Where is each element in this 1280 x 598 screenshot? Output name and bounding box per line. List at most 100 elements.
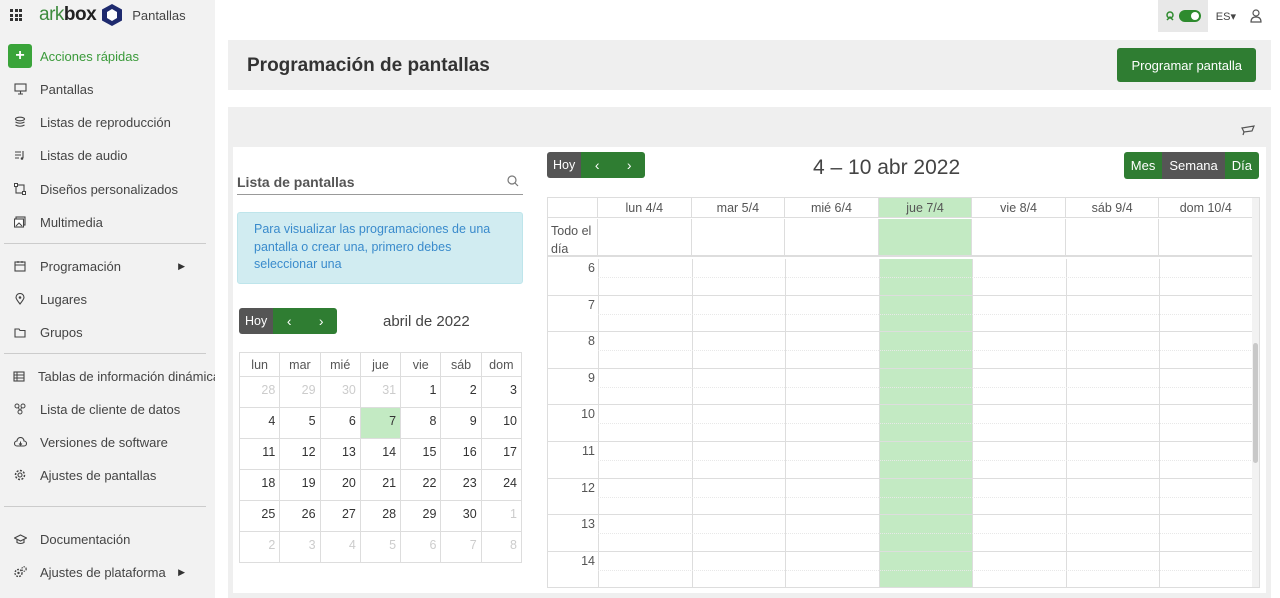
screen-search-input[interactable]: Lista de pantallas [237, 165, 523, 195]
mini-day-cell[interactable]: 18 [238, 469, 281, 501]
mini-day-cell[interactable]: 22 [400, 469, 442, 501]
mini-day-cell[interactable]: 29 [279, 376, 321, 408]
sidebar-item-monitor[interactable]: Pantallas [0, 74, 215, 104]
mini-weekday-header: mar [279, 352, 321, 377]
hour-row: 9 [548, 369, 1253, 406]
week-today-button[interactable]: Hoy [547, 152, 582, 178]
sidebar-item-calendar[interactable]: Programación ▶ [0, 251, 215, 281]
sidebar-item-gears[interactable]: Ajustes de plataforma ▶ [0, 557, 215, 587]
week-day-header[interactable]: vie 8/4 [972, 198, 1066, 217]
week-time-grid[interactable]: 6 7 8 9 10 11 12 13 14 [548, 259, 1253, 587]
all-day-cell[interactable] [972, 219, 1066, 255]
mini-day-cell[interactable]: 30 [440, 500, 482, 532]
sidebar-item-layout[interactable]: Diseños personalizados [0, 174, 215, 204]
mini-day-cell[interactable]: 27 [319, 500, 361, 532]
mini-day-cell[interactable]: 31 [359, 376, 402, 408]
mini-day-cell[interactable]: 12 [279, 438, 321, 470]
sidebar-item-layers[interactable]: Listas de reproducción [0, 107, 215, 137]
week-day-header[interactable]: jue 7/4 [878, 198, 973, 217]
mini-day-cell[interactable]: 24 [480, 469, 523, 501]
week-day-header[interactable]: mié 6/4 [785, 198, 879, 217]
logo[interactable]: arkbox [39, 4, 97, 26]
mini-day-cell[interactable]: 5 [279, 407, 321, 439]
mini-day-cell[interactable]: 20 [319, 469, 361, 501]
hour-label: 8 [588, 334, 595, 349]
mini-today-button[interactable]: Hoy [239, 308, 274, 334]
mini-day-cell[interactable]: 13 [319, 438, 361, 470]
mini-day-cell[interactable]: 21 [359, 469, 402, 501]
mini-day-cell[interactable]: 14 [359, 438, 402, 470]
mini-day-cell[interactable]: 28 [238, 376, 281, 408]
mini-day-cell[interactable]: 11 [238, 438, 281, 470]
mini-day-cell[interactable]: 8 [480, 531, 523, 563]
mini-day-cell[interactable]: 25 [238, 500, 281, 532]
mini-day-cell[interactable]: 15 [400, 438, 442, 470]
mini-day-cell[interactable]: 7 [440, 531, 482, 563]
week-day-header[interactable]: lun 4/4 [598, 198, 692, 217]
mini-next-button[interactable]: › [305, 308, 338, 334]
search-icon[interactable] [507, 175, 519, 187]
all-day-cell[interactable] [878, 219, 973, 255]
sidebar-item-audio-list[interactable]: Listas de audio [0, 140, 215, 170]
mini-day-cell[interactable]: 6 [400, 531, 442, 563]
monitor-icon [13, 82, 27, 96]
sidebar-item-media[interactable]: Multimedia [0, 207, 215, 237]
sidebar-item-label: Lista de cliente de datos [40, 401, 181, 417]
status-toggle-area[interactable] [1157, 0, 1208, 32]
sidebar-item-graduation-cap[interactable]: Documentación [0, 524, 215, 554]
program-screen-button[interactable]: Programar pantalla [1117, 48, 1256, 82]
week-day-header[interactable]: sáb 9/4 [1066, 198, 1160, 217]
mini-day-cell[interactable]: 29 [400, 500, 442, 532]
mini-day-cell[interactable]: 9 [440, 407, 482, 439]
week-day-header[interactable]: mar 5/4 [692, 198, 786, 217]
sidebar-item-location[interactable]: Lugares [0, 284, 215, 314]
sidebar-item-folder[interactable]: Grupos [0, 317, 215, 347]
mini-weekday-header: mié [319, 352, 361, 377]
mini-day-cell[interactable]: 23 [440, 469, 482, 501]
all-day-cell[interactable] [692, 219, 786, 255]
language-select[interactable]: ES▾ [1216, 10, 1236, 23]
mini-day-cell[interactable]: 2 [238, 531, 281, 563]
sidebar-item-table[interactable]: Tablas de información dinámica [0, 361, 215, 391]
week-scrollbar[interactable] [1252, 198, 1259, 587]
mini-day-cell[interactable]: 5 [359, 531, 402, 563]
mini-day-cell[interactable]: 2 [440, 376, 482, 408]
mini-day-cell[interactable]: 4 [319, 531, 361, 563]
hour-label: 14 [581, 553, 595, 568]
all-day-cell[interactable] [785, 219, 879, 255]
mini-day-cell[interactable]: 6 [319, 407, 361, 439]
mini-day-cell[interactable]: 16 [440, 438, 482, 470]
gears-icon [13, 565, 27, 579]
collapse-icon[interactable] [1240, 123, 1256, 137]
week-day-header[interactable]: dom 10/4 [1159, 198, 1254, 217]
all-day-cell[interactable] [1066, 219, 1160, 255]
view-month-button[interactable]: Mes [1123, 152, 1163, 179]
user-icon[interactable] [1250, 9, 1262, 23]
sidebar-item-gear[interactable]: Ajustes de pantallas [0, 460, 215, 490]
mini-day-cell[interactable]: 7 [359, 407, 402, 439]
mini-day-cell[interactable]: 4 [238, 407, 281, 439]
mini-day-cell[interactable]: 10 [480, 407, 523, 439]
mini-day-cell[interactable]: 3 [279, 531, 321, 563]
mini-day-cell[interactable]: 1 [480, 500, 523, 532]
view-week-button[interactable]: Semana [1162, 152, 1225, 179]
all-day-cell[interactable] [1159, 219, 1254, 255]
sidebar-item-cloud-download[interactable]: Versiones de software [0, 427, 215, 457]
quick-actions[interactable]: + Acciones rápidas [0, 41, 215, 71]
all-day-cell[interactable] [598, 219, 692, 255]
mini-day-cell[interactable]: 1 [400, 376, 442, 408]
mini-day-cell[interactable]: 30 [319, 376, 361, 408]
view-day-button[interactable]: Día [1224, 152, 1259, 179]
mini-day-cell[interactable]: 3 [480, 376, 523, 408]
mini-day-cell[interactable]: 19 [279, 469, 321, 501]
week-next-button[interactable]: › [613, 152, 646, 178]
week-prev-button[interactable]: ‹ [581, 152, 614, 178]
mini-prev-button[interactable]: ‹ [273, 308, 306, 334]
status-toggle[interactable] [1179, 10, 1202, 22]
mini-day-cell[interactable]: 17 [480, 438, 523, 470]
mini-day-cell[interactable]: 26 [279, 500, 321, 532]
mini-day-cell[interactable]: 28 [359, 500, 402, 532]
sidebar-item-data-client[interactable]: Lista de cliente de datos [0, 394, 215, 424]
mini-day-cell[interactable]: 8 [400, 407, 442, 439]
app-grid-icon[interactable] [10, 9, 22, 21]
